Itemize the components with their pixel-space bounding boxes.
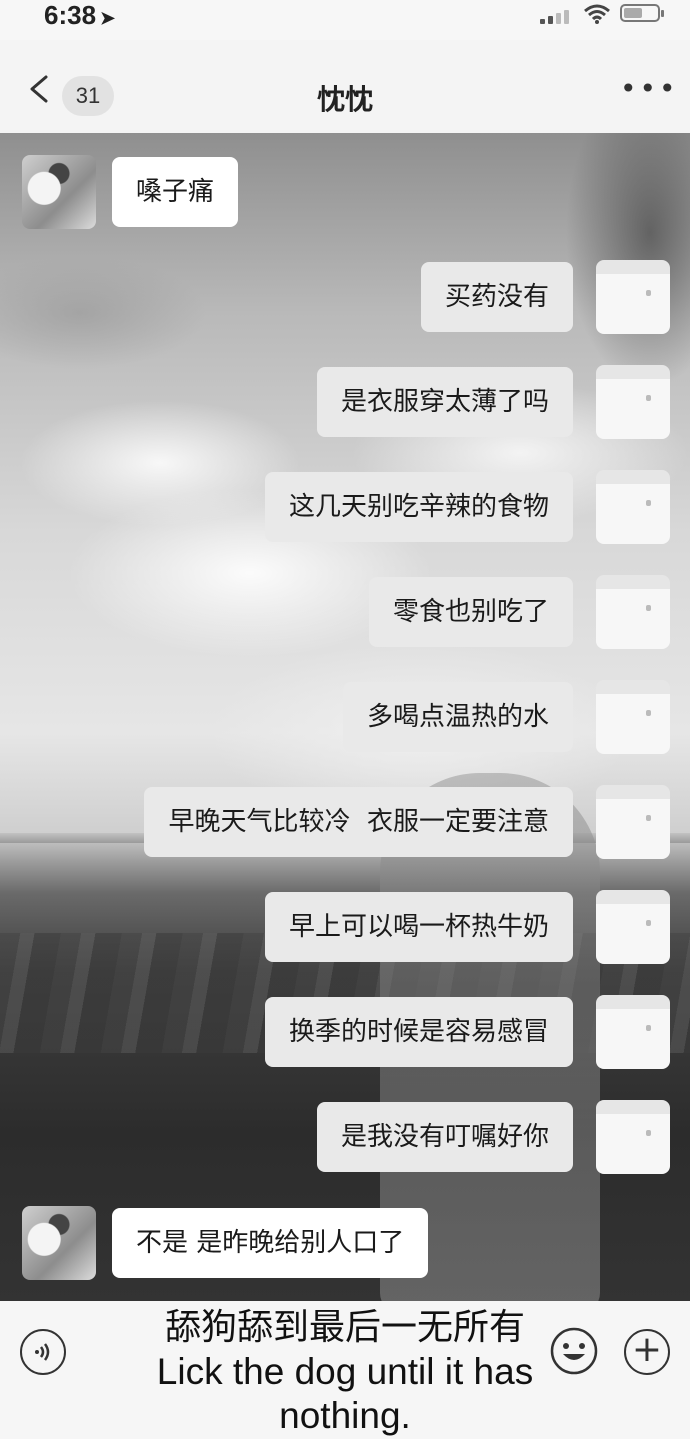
- wifi-icon: [584, 4, 610, 24]
- message-bubble[interactable]: 是我没有叮嘱好你: [316, 1102, 573, 1172]
- location-arrow-icon: ➤: [100, 8, 116, 28]
- message-bubble[interactable]: 不是 是昨晚给别人口了: [112, 1208, 429, 1278]
- status-time: 6:38 ➤: [44, 0, 115, 31]
- message-bubble[interactable]: 嗓子痛: [112, 157, 239, 227]
- my-avatar[interactable]: [596, 365, 670, 439]
- my-avatar[interactable]: [596, 995, 670, 1069]
- message-bubble[interactable]: 多喝点温热的水: [342, 682, 573, 752]
- message-bubble[interactable]: 是衣服穿太薄了吗: [316, 367, 573, 437]
- my-avatar[interactable]: [596, 1100, 670, 1174]
- chat-title: 忱忱: [316, 83, 373, 116]
- my-avatar[interactable]: [596, 260, 670, 334]
- message-bubble[interactable]: 零食也别吃了: [368, 577, 573, 647]
- status-bar: 6:38 ➤: [0, 0, 690, 40]
- my-avatar[interactable]: [596, 890, 670, 964]
- friend-avatar[interactable]: [22, 155, 96, 229]
- message-bubble[interactable]: 早晚天气比较冷 衣服一定要注意: [144, 787, 573, 857]
- my-avatar[interactable]: [596, 785, 670, 859]
- friend-avatar[interactable]: [22, 1206, 96, 1280]
- my-avatar[interactable]: [596, 575, 670, 649]
- my-avatar[interactable]: [596, 680, 670, 754]
- more-icon[interactable]: •••: [620, 75, 679, 103]
- time-text: 6:38: [44, 0, 97, 30]
- message-bubble[interactable]: 换季的时候是容易感冒: [264, 997, 573, 1067]
- message-bubble[interactable]: 买药没有: [420, 262, 573, 332]
- battery-icon: [620, 4, 664, 22]
- caption-chinese: 舔狗舔到最后一无所有: [164, 1307, 525, 1348]
- my-avatar[interactable]: [596, 470, 670, 544]
- caption-english-line2: nothing.: [279, 1395, 411, 1436]
- signal-icon: [540, 8, 574, 24]
- chat-area[interactable]: 嗓子痛 买药没有 是衣服穿太薄了吗 这几天别吃辛辣的食物 零食也别吃了 多喝点温…: [0, 133, 690, 1301]
- chat-header: 31 忱忱 •••: [0, 40, 690, 133]
- message-bubble[interactable]: 这几天别吃辛辣的食物: [264, 472, 573, 542]
- message-bubble[interactable]: 早上可以喝一杯热牛奶: [264, 892, 573, 962]
- caption-english-line1: Lick the dog until it has: [156, 1351, 534, 1392]
- caption-overlay: 舔狗舔到最后一无所有 Lick the dog until it has not…: [0, 1306, 690, 1438]
